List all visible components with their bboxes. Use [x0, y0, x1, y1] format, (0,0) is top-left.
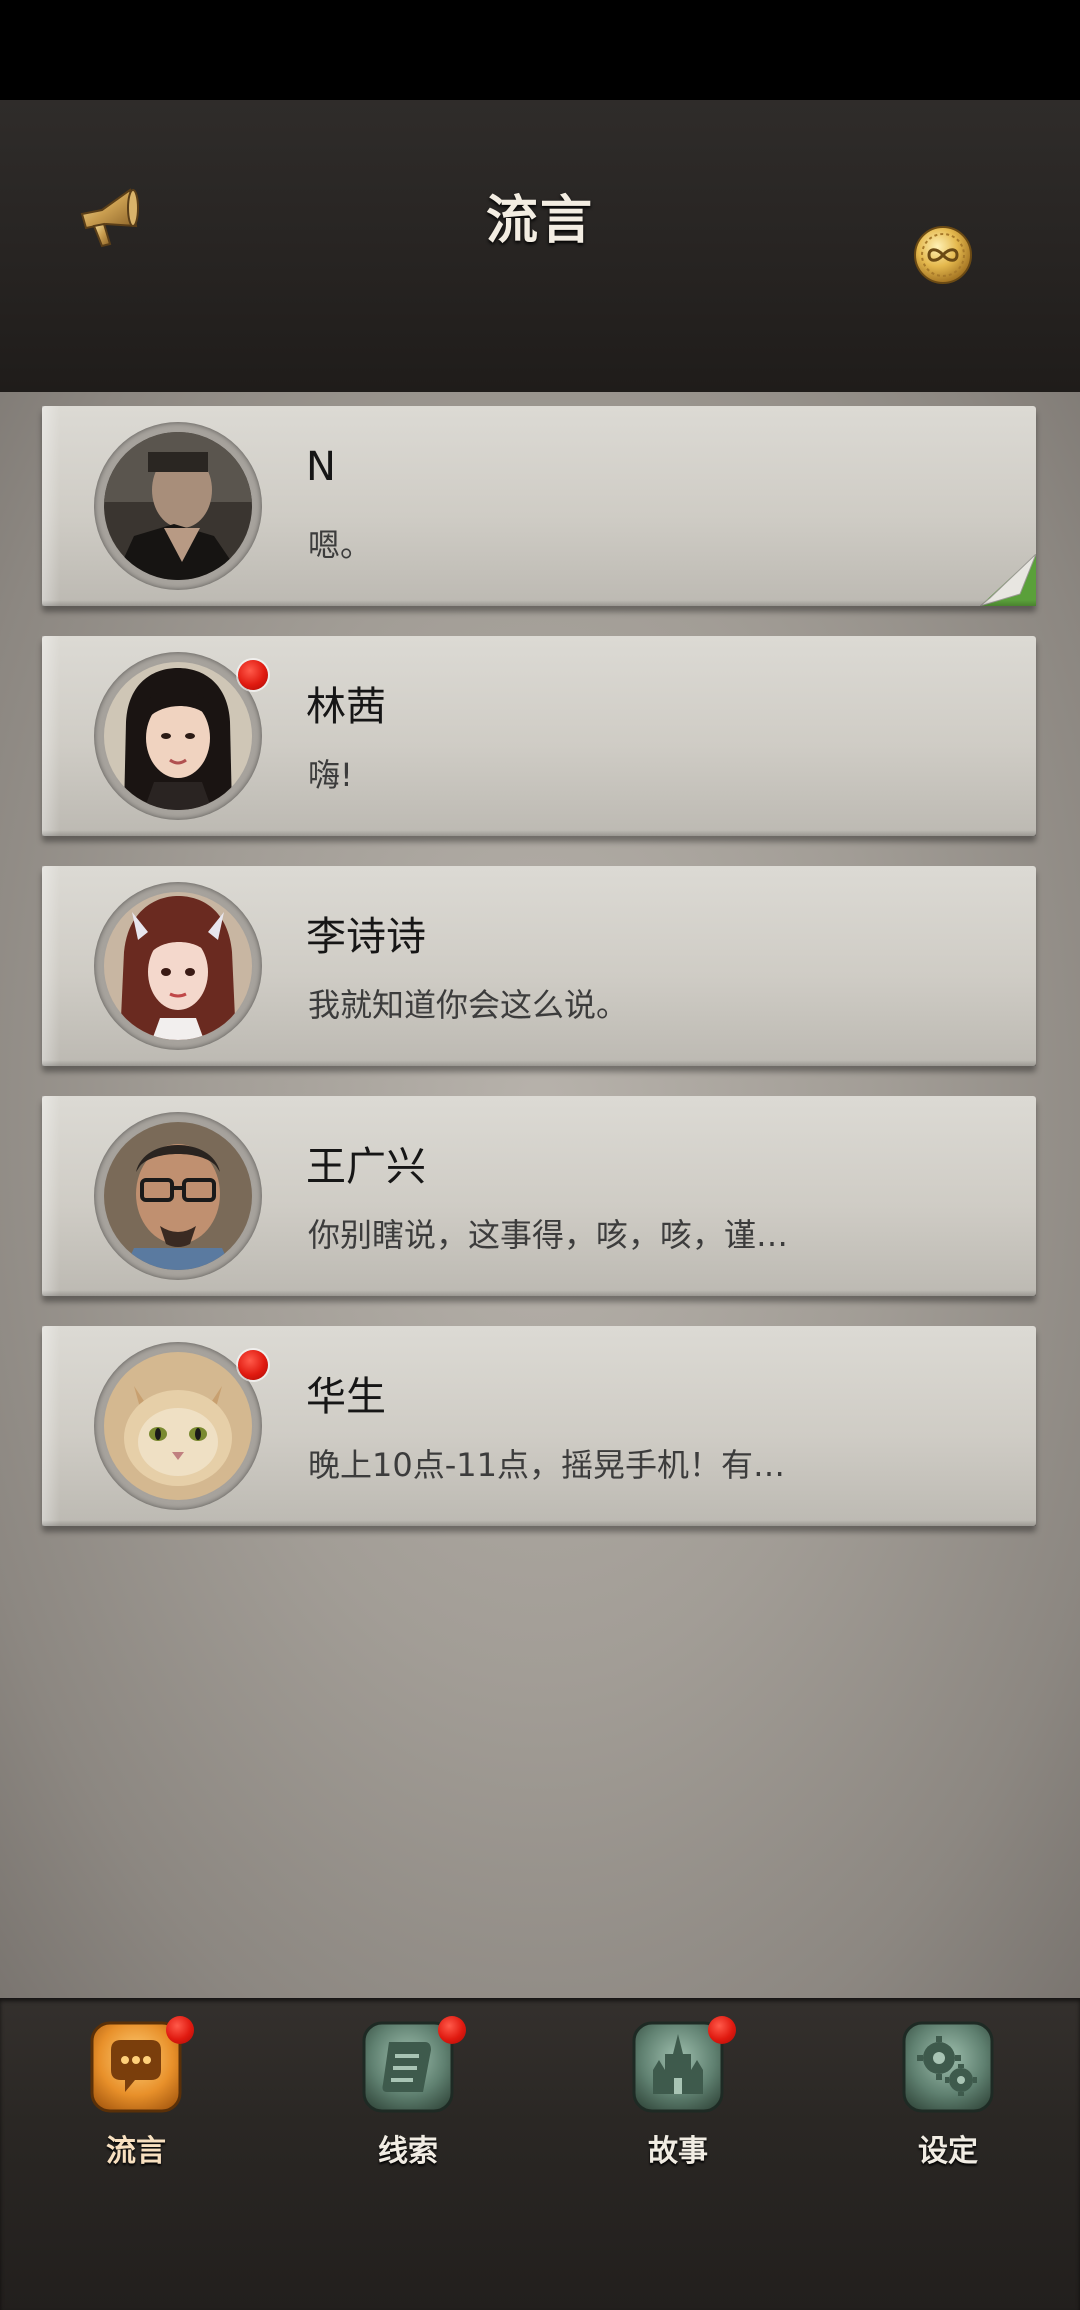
contact-name: 林茜 — [306, 684, 386, 730]
tab-label: 设定 — [918, 2134, 978, 2169]
page-curl-icon — [979, 553, 1037, 607]
unread-badge — [238, 1350, 268, 1380]
contact-name: 李诗诗 — [306, 914, 426, 960]
contact-name: N — [306, 444, 336, 490]
message-card-lishishi[interactable]: 李诗诗 我就知道你会这么说。 — [42, 866, 1036, 1066]
gold-coin-icon[interactable] — [912, 224, 974, 286]
unread-badge — [238, 660, 268, 690]
contact-name: 华生 — [306, 1374, 386, 1420]
avatar — [94, 1342, 268, 1510]
avatar — [94, 652, 268, 820]
tab-settings[interactable]: 设定 — [878, 2020, 1018, 2180]
message-preview: 晚上10点-11点，摇晃手机！有… — [308, 1446, 785, 1484]
tab-badge — [166, 2016, 194, 2044]
message-card-n[interactable]: N 嗯。 — [42, 406, 1037, 607]
message-card-wangguangxing[interactable]: 王广兴 你别瞎说，这事得，咳，咳，谨… — [42, 1096, 1036, 1296]
gears-icon — [901, 2020, 995, 2114]
message-preview: 嗯。 — [308, 526, 373, 564]
tab-label: 线索 — [378, 2134, 438, 2169]
bottom-tab-bar: 流言 线索 故事 设定 — [0, 1998, 1080, 2310]
avatar — [94, 1112, 262, 1280]
tab-badge — [438, 2016, 466, 2044]
message-preview: 嗨! — [308, 756, 353, 794]
message-preview: 我就知道你会这么说。 — [308, 986, 629, 1024]
avatar — [94, 882, 262, 1050]
tab-badge — [708, 2016, 736, 2044]
avatar — [94, 422, 262, 590]
message-card-linxi[interactable]: 林茜 嗨! — [42, 636, 1036, 836]
tab-rumors[interactable]: 流言 — [66, 2016, 206, 2180]
message-preview: 你别瞎说，这事得，咳，咳，谨… — [308, 1216, 789, 1254]
tab-label: 故事 — [648, 2134, 708, 2169]
message-card-huasheng[interactable]: 华生 晚上10点-11点，摇晃手机！有… — [42, 1326, 1036, 1526]
contact-name: 王广兴 — [306, 1144, 426, 1190]
status-bar — [0, 0, 1080, 100]
tab-label: 流言 — [106, 2134, 166, 2169]
tab-clues[interactable]: 线索 — [338, 2016, 478, 2180]
screen: 流言 N 嗯。 林茜 嗨! 李诗诗 我就知道你会这么说。 王广兴 你别瞎说，这事… — [0, 0, 1080, 2310]
tab-story[interactable]: 故事 — [608, 2016, 748, 2180]
message-list: N 嗯。 林茜 嗨! 李诗诗 我就知道你会这么说。 王广兴 你别瞎说，这事得，咳… — [0, 392, 1080, 1998]
